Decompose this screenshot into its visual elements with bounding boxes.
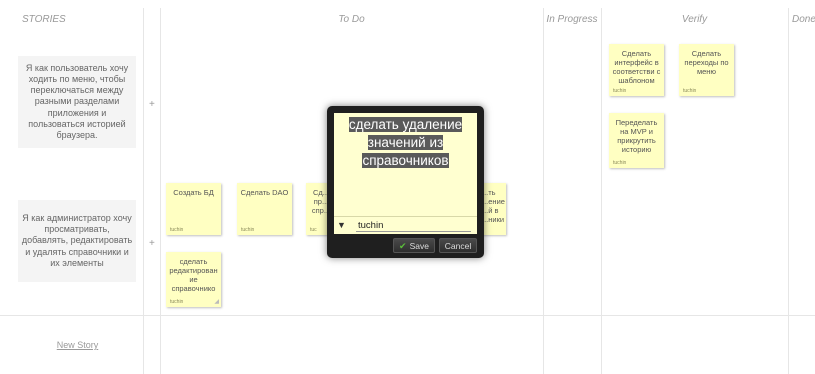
story-card[interactable]: Я как администратор хочу просматривать, … [18, 200, 136, 282]
task-editor-dialog: сделать удаление значений из справочнико… [327, 106, 484, 258]
task-title: ...ть ...ение ...й в ...ники [482, 188, 505, 224]
task-owner: tuchin [683, 88, 697, 94]
task-note[interactable]: Сделать DAO tuchin [237, 183, 292, 235]
owner-row: ▼ [334, 216, 477, 234]
save-button[interactable]: ✔ Save [393, 238, 435, 253]
add-task-button[interactable]: + [149, 99, 155, 110]
task-note[interactable]: Создать БД tuchin [166, 183, 221, 235]
task-owner: tuchin [170, 227, 184, 233]
column-header-done: Done [792, 14, 815, 25]
add-task-button[interactable]: + [149, 238, 155, 249]
task-note[interactable]: Сделать интерфейс в соответстви с шаблон… [609, 44, 664, 96]
cancel-label: Cancel [444, 241, 472, 251]
task-text-selection: сделать удаление значений из справочнико… [348, 117, 463, 168]
row-divider [0, 315, 815, 316]
task-owner: tuchin [170, 299, 184, 305]
task-title: Сделать интерфейс в соответстви с шаблон… [612, 49, 661, 85]
column-header-stories: STORIES [22, 14, 66, 25]
column-divider [543, 8, 544, 374]
column-header-in-progress: In Progress [546, 14, 598, 25]
column-divider [143, 8, 144, 374]
task-owner: tuchin [241, 227, 255, 233]
resize-handle-icon[interactable]: ◢ [214, 299, 219, 306]
task-owner: tuchin [613, 88, 627, 94]
save-label: Save [409, 241, 429, 251]
checkmark-icon: ✔ [399, 241, 407, 251]
cancel-button[interactable]: Cancel [439, 238, 477, 253]
chevron-down-icon[interactable]: ▼ [337, 220, 346, 230]
column-header-todo: To Do [338, 14, 365, 25]
task-note[interactable]: сделать редактирован ие справочнико tuch… [166, 252, 221, 307]
column-divider [160, 8, 161, 374]
task-title: Сделать переходы по меню [684, 49, 729, 76]
story-card[interactable]: Я как пользователь хочу ходить по меню, … [18, 56, 136, 148]
task-title: Переделать на MVP и прикрутить историю [615, 118, 658, 154]
column-header-verify: Verify [681, 14, 708, 25]
story-text: Я как пользователь хочу ходить по меню, … [25, 62, 129, 141]
column-divider [788, 8, 789, 374]
task-owner: tuchin [613, 160, 627, 166]
task-title: Создать БД [173, 188, 214, 197]
task-owner: tuc [310, 227, 317, 233]
task-text-editor[interactable]: сделать удаление значений из справочнико… [334, 113, 477, 216]
task-title: сделать редактирован ие справочнико [169, 257, 218, 293]
new-story-link[interactable]: New Story [40, 340, 115, 350]
owner-input[interactable] [356, 219, 471, 232]
task-note[interactable]: Переделать на MVP и прикрутить историю t… [609, 113, 664, 168]
story-text: Я как администратор хочу просматривать, … [21, 212, 133, 268]
task-title: Сделать DAO [240, 188, 289, 197]
task-note[interactable]: Сделать переходы по меню tuchin [679, 44, 734, 96]
column-divider [601, 8, 602, 374]
